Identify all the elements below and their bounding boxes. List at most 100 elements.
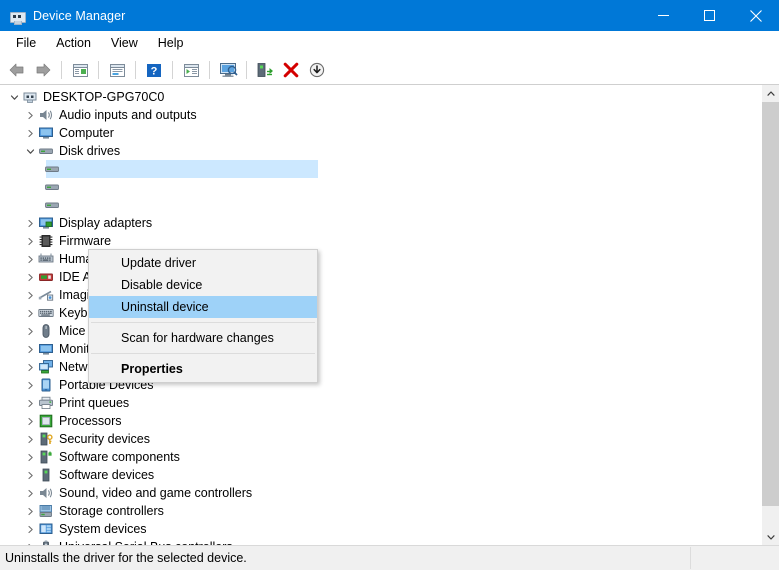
chevron-right-icon[interactable] [22, 233, 38, 249]
scrollbar-track[interactable] [762, 102, 779, 528]
menu-action[interactable]: Action [46, 33, 101, 55]
chevron-right-icon[interactable] [22, 305, 38, 321]
back-icon[interactable] [4, 58, 30, 82]
chevron-down-icon[interactable] [6, 89, 22, 105]
scan-for-hardware-changes-icon[interactable] [215, 58, 241, 82]
chevron-right-icon[interactable] [22, 341, 38, 357]
tree-row-label: Processors [59, 414, 122, 428]
close-button[interactable] [732, 0, 779, 31]
tree-row-label: Security devices [59, 432, 151, 446]
context-menu-item-disable-device[interactable]: Disable device [89, 274, 317, 296]
tree-row-firmware[interactable]: Firmware [0, 232, 761, 250]
context-menu[interactable]: Update driver Disable device Uninstall d… [88, 249, 318, 383]
status-bar-text: Uninstalls the driver for the selected d… [5, 551, 247, 565]
tree-row-processors[interactable]: Processors [0, 412, 761, 430]
show-hide-console-tree-icon[interactable] [67, 58, 93, 82]
chevron-right-icon[interactable] [22, 395, 38, 411]
forward-icon[interactable] [30, 58, 56, 82]
toolbar-separator [98, 61, 99, 79]
tree-row-label: Software components [59, 450, 180, 464]
chevron-right-icon[interactable] [22, 539, 38, 545]
update-driver-icon[interactable] [252, 58, 278, 82]
disk-drive-icon [44, 179, 60, 195]
tree-row-label: Firmware [59, 234, 112, 248]
title-bar: Device Manager [0, 0, 779, 31]
menu-view[interactable]: View [101, 33, 148, 55]
chevron-right-icon[interactable] [22, 125, 38, 141]
tree-row-label: Print queues [59, 396, 130, 410]
help-icon[interactable]: ? [141, 58, 167, 82]
scrollbar-thumb[interactable] [762, 102, 779, 506]
chevron-right-icon[interactable] [22, 431, 38, 447]
context-menu-separator [91, 353, 315, 354]
chevron-right-icon[interactable] [22, 323, 38, 339]
tree-row-audio-inputs-and-outputs[interactable]: Audio inputs and outputs [0, 106, 761, 124]
tree-row-display-adapters[interactable]: Display adapters [0, 214, 761, 232]
scroll-down-button[interactable] [762, 528, 779, 545]
vertical-scrollbar[interactable] [761, 85, 779, 545]
context-menu-separator [91, 322, 315, 323]
disable-device-icon[interactable] [304, 58, 330, 82]
chevron-right-icon[interactable] [22, 215, 38, 231]
monitor-icon [38, 125, 54, 141]
printer-icon [38, 395, 54, 411]
chevron-right-icon[interactable] [22, 413, 38, 429]
hid-icon [38, 251, 54, 267]
firmware-icon [38, 233, 54, 249]
chevron-right-icon[interactable] [22, 107, 38, 123]
minimize-button[interactable] [640, 0, 686, 31]
status-bar: Uninstalls the driver for the selected d… [0, 545, 779, 570]
chevron-right-icon[interactable] [22, 467, 38, 483]
window-title: Device Manager [33, 8, 126, 23]
status-bar-divider [690, 547, 691, 569]
tree-row-software-devices[interactable]: Software devices [0, 466, 761, 484]
uninstall-device-icon[interactable] [278, 58, 304, 82]
storage-controller-icon [38, 503, 54, 519]
chevron-right-icon[interactable] [22, 359, 38, 375]
portable-device-icon [38, 377, 54, 393]
tree-row-computer[interactable]: Computer [0, 124, 761, 142]
context-menu-item-update-driver[interactable]: Update driver [89, 252, 317, 274]
imaging-device-icon [38, 287, 54, 303]
tree-row-label: Software devices [59, 468, 155, 482]
chevron-right-icon[interactable] [22, 485, 38, 501]
tree-row-disk-device[interactable] [0, 196, 761, 214]
tree-row-disk-device-selected[interactable] [0, 160, 761, 178]
tree-row-security-devices[interactable]: Security devices [0, 430, 761, 448]
chevron-right-icon[interactable] [22, 503, 38, 519]
tree-row-label: Universal Serial Bus controllers [59, 539, 233, 545]
toolbar-separator [209, 61, 210, 79]
menu-file[interactable]: File [6, 33, 46, 55]
context-menu-item-uninstall-device[interactable]: Uninstall device [89, 296, 317, 318]
tree-row-root[interactable]: DESKTOP-GPG70C0 [0, 88, 761, 106]
tree-row-software-components[interactable]: Software components [0, 448, 761, 466]
tree-row-disk-drives[interactable]: Disk drives [0, 142, 761, 160]
context-menu-item-properties[interactable]: Properties [89, 358, 317, 380]
ide-controller-icon [38, 269, 54, 285]
menu-help[interactable]: Help [148, 33, 194, 55]
tree-row-sound-video-and-game-controllers[interactable]: Sound, video and game controllers [0, 484, 761, 502]
tree-row-system-devices[interactable]: System devices [0, 520, 761, 538]
view-detail-icon[interactable] [178, 58, 204, 82]
properties-icon[interactable] [104, 58, 130, 82]
selection-highlight [46, 160, 318, 178]
toolbar-separator [246, 61, 247, 79]
speaker-icon [38, 107, 54, 123]
tree-row-disk-device[interactable] [0, 178, 761, 196]
tree-row-storage-controllers[interactable]: Storage controllers [0, 502, 761, 520]
maximize-button[interactable] [686, 0, 732, 31]
tree-row-print-queues[interactable]: Print queues [0, 394, 761, 412]
scroll-up-button[interactable] [762, 85, 779, 102]
chevron-right-icon[interactable] [22, 449, 38, 465]
chevron-right-icon[interactable] [22, 269, 38, 285]
tree-row-label: DESKTOP-GPG70C0 [43, 90, 165, 104]
chevron-right-icon[interactable] [22, 377, 38, 393]
chevron-right-icon[interactable] [22, 521, 38, 537]
chevron-down-icon[interactable] [22, 143, 38, 159]
menu-bar: File Action View Help [0, 31, 779, 56]
chevron-right-icon[interactable] [22, 251, 38, 267]
chevron-right-icon[interactable] [22, 287, 38, 303]
system-device-icon [38, 521, 54, 537]
tree-row-universal-serial-bus-controllers[interactable]: Universal Serial Bus controllers [0, 538, 761, 545]
context-menu-item-scan-for-hardware-changes[interactable]: Scan for hardware changes [89, 327, 317, 349]
